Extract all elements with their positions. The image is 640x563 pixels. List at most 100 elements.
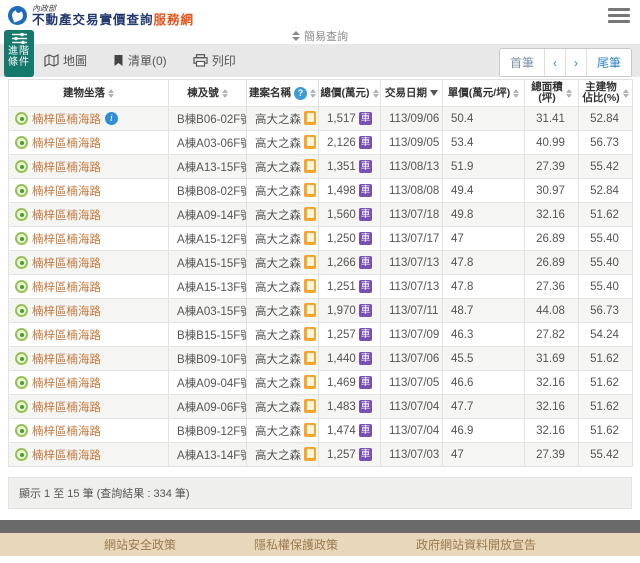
sort-icon[interactable] <box>222 89 228 98</box>
footer-link-privacy[interactable]: 隱私權保護政策 <box>254 536 338 553</box>
table-row[interactable]: 楠梓區楠海路 i A棟A09-14F號 高大之森 1,560車 113/07/1… <box>9 203 633 227</box>
parking-badge[interactable]: 車 <box>359 400 373 414</box>
parking-badge[interactable]: 車 <box>359 352 373 366</box>
project-badge-icon[interactable] <box>304 303 316 317</box>
table-row[interactable]: 楠梓區楠海路 i B棟B15-15F號 高大之森 1,257車 113/07/0… <box>9 323 633 347</box>
project-badge-icon[interactable] <box>304 183 316 197</box>
project-badge-icon[interactable] <box>304 159 316 173</box>
parking-badge[interactable]: 車 <box>359 112 373 126</box>
table-row[interactable]: 楠梓區楠海路 i A棟A13-14F號 高大之森 1,257車 113/07/0… <box>9 443 633 467</box>
sort-icon[interactable] <box>108 89 114 98</box>
sort-icon[interactable] <box>566 89 572 98</box>
sort-desc-icon[interactable] <box>430 90 438 96</box>
next-page-button[interactable]: › <box>565 49 586 76</box>
table-row[interactable]: 楠梓區楠海路 i B棟B09-12F號 高大之森 1,474車 113/07/0… <box>9 419 633 443</box>
map-marker-icon[interactable] <box>15 136 28 149</box>
col-header-area[interactable]: 總面積(坪) <box>525 80 579 107</box>
prev-page-button[interactable]: ‹ <box>544 49 565 76</box>
location-link[interactable]: 楠梓區楠海路 <box>32 399 101 415</box>
project-badge-icon[interactable] <box>304 399 316 413</box>
map-marker-icon[interactable] <box>15 304 28 317</box>
location-link[interactable]: 楠梓區楠海路 <box>32 135 101 151</box>
map-button[interactable]: 地圖 <box>44 52 87 69</box>
table-row[interactable]: 楠梓區楠海路 i A棟A13-15F號 高大之森 1,351車 113/08/1… <box>9 155 633 179</box>
sort-icon[interactable] <box>623 89 629 98</box>
project-badge-icon[interactable] <box>304 255 316 269</box>
query-mode-toggle[interactable]: 簡易查詢 <box>0 28 640 44</box>
map-marker-icon[interactable] <box>15 280 28 293</box>
project-badge-icon[interactable] <box>304 375 316 389</box>
location-link[interactable]: 楠梓區楠海路 <box>32 159 101 175</box>
location-link[interactable]: 楠梓區楠海路 <box>32 255 101 271</box>
col-header-unit-price[interactable]: 單價(萬元/坪) <box>443 80 525 107</box>
sort-icon[interactable] <box>513 89 519 98</box>
map-marker-icon[interactable] <box>15 160 28 173</box>
table-row[interactable]: 楠梓區楠海路 i A棟A03-06F號 高大之森 2,126車 113/09/0… <box>9 131 633 155</box>
location-link[interactable]: 楠梓區楠海路 <box>32 423 101 439</box>
list-button[interactable]: 清單(0) <box>113 52 167 69</box>
location-link[interactable]: 楠梓區楠海路 <box>32 279 101 295</box>
project-badge-icon[interactable] <box>304 207 316 221</box>
map-marker-icon[interactable] <box>15 400 28 413</box>
parking-badge[interactable]: 車 <box>359 448 373 462</box>
print-button[interactable]: 列印 <box>193 52 236 69</box>
project-badge-icon[interactable] <box>304 279 316 293</box>
footer-link-opendata[interactable]: 政府網站資料開放宣告 <box>416 536 536 553</box>
map-marker-icon[interactable] <box>15 448 28 461</box>
table-row[interactable]: 楠梓區楠海路 i A棟A03-15F號 高大之森 1,970車 113/07/1… <box>9 299 633 323</box>
col-header-building[interactable]: 棟及號 <box>169 80 247 107</box>
brand[interactable]: 內政部 不動產交易實價查詢服務網 <box>32 5 194 27</box>
table-row[interactable]: 楠梓區楠海路 i A棟A15-13F號 高大之森 1,251車 113/07/1… <box>9 275 633 299</box>
parking-badge[interactable]: 車 <box>359 304 373 318</box>
location-link[interactable]: 楠梓區楠海路 <box>32 111 101 127</box>
project-badge-icon[interactable] <box>304 135 316 149</box>
col-header-ratio[interactable]: 主建物佔比(%) <box>579 80 633 107</box>
table-row[interactable]: 楠梓區楠海路 i B棟B06-02F號 高大之森 1,517車 113/09/0… <box>9 107 633 131</box>
col-header-date[interactable]: 交易日期 <box>381 80 443 107</box>
map-marker-icon[interactable] <box>15 352 28 365</box>
col-header-price[interactable]: 總價(萬元) <box>319 80 381 107</box>
table-row[interactable]: 楠梓區楠海路 i B棟B08-02F號 高大之森 1,498車 113/08/0… <box>9 179 633 203</box>
map-marker-icon[interactable] <box>15 208 28 221</box>
help-icon[interactable]: ? <box>294 87 307 100</box>
sort-icon[interactable] <box>373 89 379 98</box>
parking-badge[interactable]: 車 <box>359 256 373 270</box>
table-row[interactable]: 楠梓區楠海路 i A棟A09-04F號 高大之森 1,469車 113/07/0… <box>9 371 633 395</box>
location-link[interactable]: 楠梓區楠海路 <box>32 183 101 199</box>
map-marker-icon[interactable] <box>15 232 28 245</box>
parking-badge[interactable]: 車 <box>359 328 373 342</box>
parking-badge[interactable]: 車 <box>359 424 373 438</box>
advanced-filter-button[interactable]: 進階 條件 <box>4 30 34 77</box>
menu-icon[interactable] <box>608 8 630 26</box>
map-marker-icon[interactable] <box>15 112 28 125</box>
parking-badge[interactable]: 車 <box>359 280 373 294</box>
map-marker-icon[interactable] <box>15 376 28 389</box>
location-link[interactable]: 楠梓區楠海路 <box>32 375 101 391</box>
col-header-project[interactable]: 建案名稱? <box>247 80 319 107</box>
map-marker-icon[interactable] <box>15 424 28 437</box>
location-link[interactable]: 楠梓區楠海路 <box>32 351 101 367</box>
map-marker-icon[interactable] <box>15 184 28 197</box>
project-badge-icon[interactable] <box>304 231 316 245</box>
sort-icon[interactable] <box>310 89 316 98</box>
project-badge-icon[interactable] <box>304 447 316 461</box>
map-marker-icon[interactable] <box>15 328 28 341</box>
map-marker-icon[interactable] <box>15 256 28 269</box>
project-badge-icon[interactable] <box>304 111 316 125</box>
parking-badge[interactable]: 車 <box>359 376 373 390</box>
parking-badge[interactable]: 車 <box>359 160 373 174</box>
location-link[interactable]: 楠梓區楠海路 <box>32 327 101 343</box>
project-badge-icon[interactable] <box>304 327 316 341</box>
table-row[interactable]: 楠梓區楠海路 i A棟A09-06F號 高大之森 1,483車 113/07/0… <box>9 395 633 419</box>
parking-badge[interactable]: 車 <box>359 184 373 198</box>
table-row[interactable]: 楠梓區楠海路 i A棟A15-15F號 高大之森 1,266車 113/07/1… <box>9 251 633 275</box>
table-row[interactable]: 楠梓區楠海路 i A棟A15-12F號 高大之森 1,250車 113/07/1… <box>9 227 633 251</box>
parking-badge[interactable]: 車 <box>359 208 373 222</box>
moi-logo-icon[interactable] <box>8 6 27 25</box>
first-page-button[interactable]: 首筆 <box>500 49 544 76</box>
footer-link-security[interactable]: 網站安全政策 <box>104 536 176 553</box>
project-badge-icon[interactable] <box>304 351 316 365</box>
table-row[interactable]: 楠梓區楠海路 i B棟B09-10F號 高大之森 1,440車 113/07/0… <box>9 347 633 371</box>
project-badge-icon[interactable] <box>304 423 316 437</box>
location-link[interactable]: 楠梓區楠海路 <box>32 231 101 247</box>
